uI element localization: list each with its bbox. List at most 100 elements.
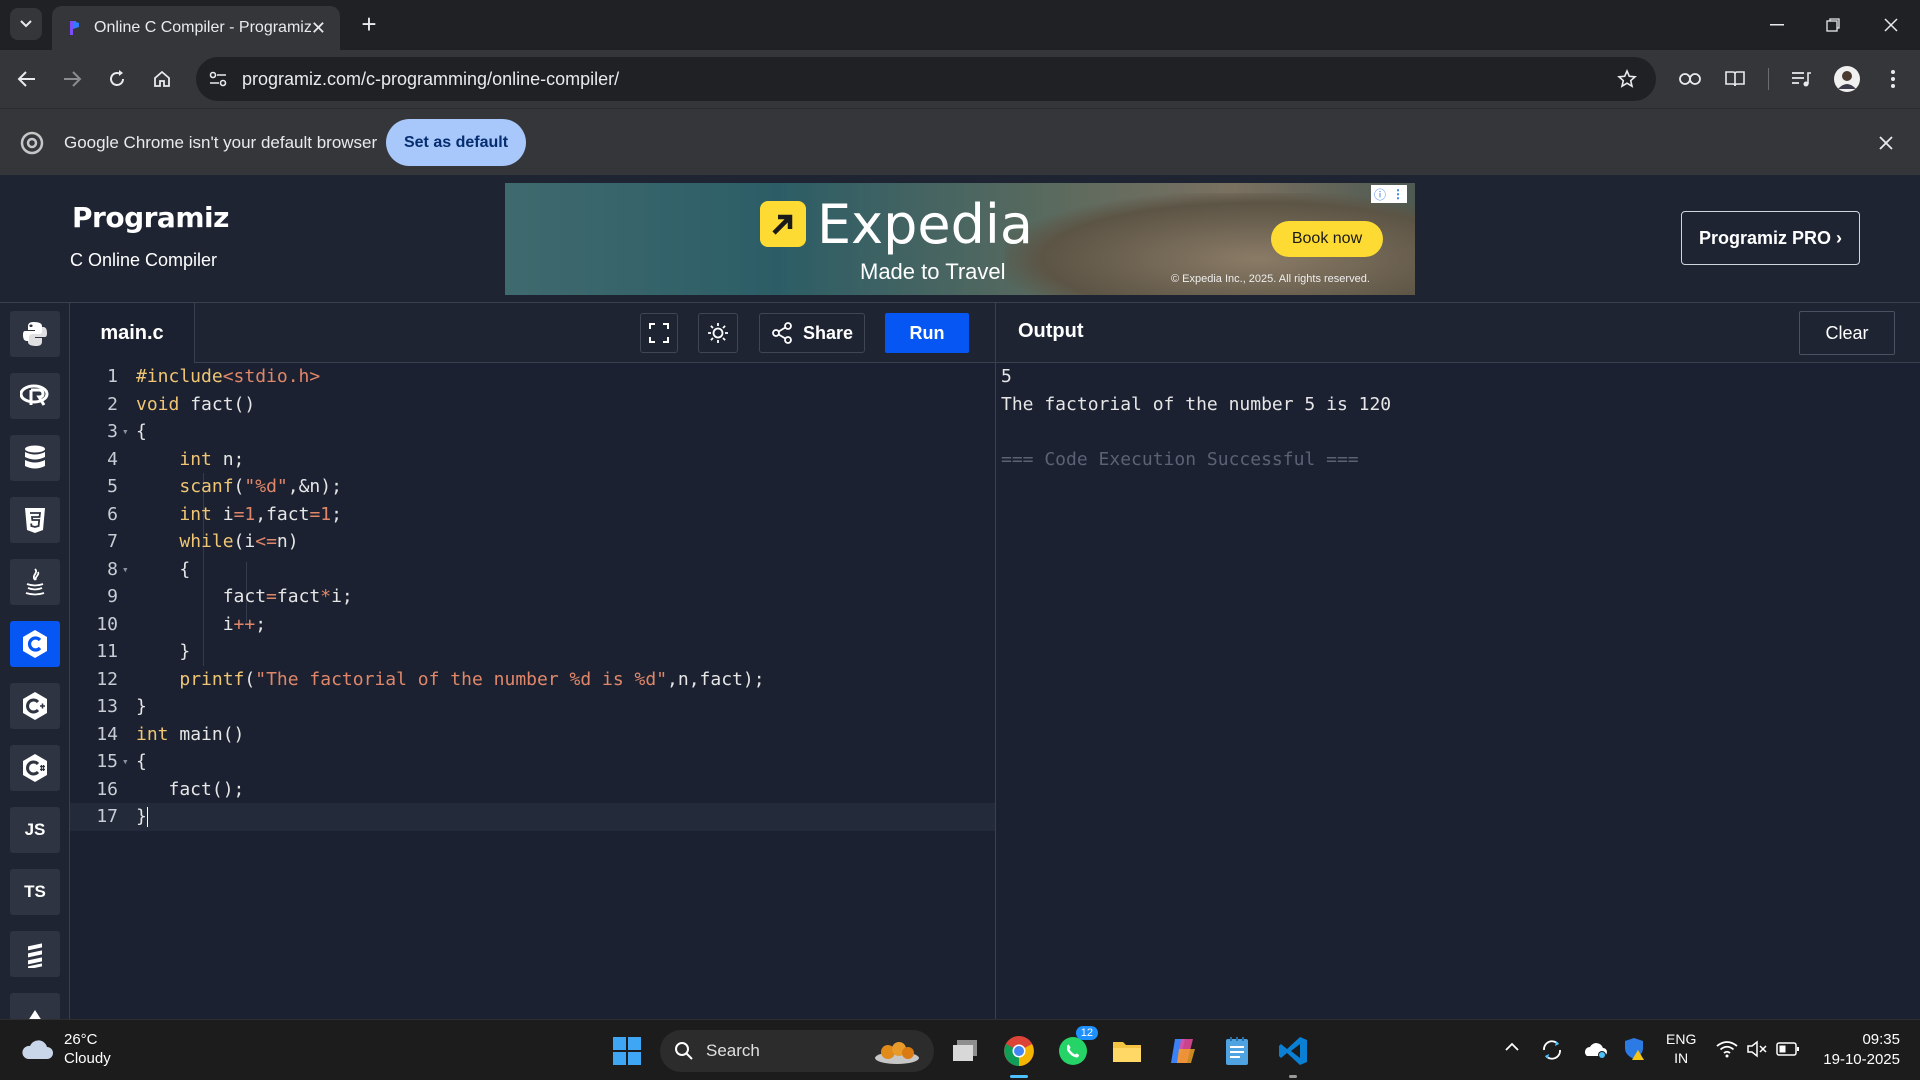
java-icon[interactable] (10, 559, 60, 605)
chrome-taskbar-icon[interactable] (998, 1030, 1040, 1078)
profile-avatar[interactable] (1832, 64, 1862, 94)
clock-time: 09:35 (1862, 1031, 1900, 1048)
code-editor[interactable]: 1 #include<stdio.h> 2 void fact() 3 ▾{ 4 in… (70, 363, 995, 1019)
weather-widget[interactable]: 26°C Cloudy (20, 1030, 111, 1068)
code-line: 10 i++; (96, 613, 267, 635)
windows-start-icon[interactable] (606, 1030, 648, 1072)
programiz-favicon-icon (70, 21, 79, 35)
clock-date: 19-10-2025 (1823, 1051, 1900, 1068)
restore-button[interactable] (1808, 10, 1858, 40)
html-icon[interactable] (10, 497, 60, 543)
whatsapp-badge: 12 (1075, 1026, 1098, 1040)
js-icon[interactable]: JS (10, 807, 60, 853)
security-icon[interactable] (1622, 1036, 1648, 1062)
expedia-ad-banner[interactable]: Expedia Made to Travel Book now © Expedi… (505, 183, 1415, 295)
sql-icon[interactable] (10, 435, 60, 481)
bookmark-star-icon[interactable] (1612, 64, 1642, 94)
run-button[interactable]: Run (885, 313, 969, 353)
code-line: 5 scanf("%d",&n); (107, 476, 342, 498)
ad-choices-icon[interactable]: ⓘ ⋮ (1371, 185, 1407, 203)
chevron-down-icon (20, 20, 32, 28)
onedrive-icon[interactable] (1582, 1038, 1608, 1060)
whatsapp-taskbar-icon[interactable]: 12 (1052, 1026, 1098, 1072)
tab-search-button[interactable] (10, 8, 42, 40)
copilot-icon[interactable] (1162, 1030, 1204, 1072)
theme-toggle-button[interactable] (698, 313, 738, 353)
wifi-icon[interactable] (1716, 1040, 1738, 1058)
input-language-indicator[interactable]: ENG IN (1666, 1030, 1696, 1068)
file-explorer-icon[interactable] (1106, 1030, 1148, 1072)
code-line: 11 } (96, 641, 191, 663)
fold-toggle-icon[interactable]: ▾ (118, 563, 134, 576)
fullscreen-button[interactable] (640, 313, 678, 353)
battery-icon[interactable] (1776, 1041, 1800, 1057)
python-icon[interactable] (10, 311, 60, 357)
book-now-button[interactable]: Book now (1271, 221, 1383, 257)
code-line: 7 while(i<=n) (107, 531, 299, 553)
system-clock[interactable]: 09:35 19-10-2025 (1810, 1030, 1900, 1070)
chevron-up-icon[interactable] (1504, 1042, 1520, 1052)
forward-button[interactable] (57, 64, 87, 94)
infobar-message: Google Chrome isn't your default browser (64, 133, 378, 152)
vscode-icon[interactable] (1272, 1030, 1314, 1078)
media-controls-icon[interactable] (1786, 64, 1816, 94)
reload-button[interactable] (102, 64, 132, 94)
volume-muted-icon[interactable] (1746, 1040, 1768, 1058)
lang-top: ENG (1666, 1031, 1697, 1047)
r-icon[interactable] (10, 373, 60, 419)
code-line-current: 17} (70, 803, 995, 831)
ts-icon[interactable]: TS (10, 869, 60, 915)
ad-tagline: Made to Travel (860, 259, 1006, 284)
code-line: 4 int n; (107, 448, 245, 470)
share-icon (772, 322, 792, 344)
swift-icon[interactable] (10, 931, 60, 977)
notepad-icon[interactable] (1216, 1030, 1258, 1072)
site-settings-icon[interactable] (208, 70, 228, 88)
ad-copyright: © Expedia Inc., 2025. All rights reserve… (1171, 273, 1370, 285)
code-line: 1 #include<stdio.h> (107, 366, 321, 388)
reading-mode-icon[interactable] (1720, 64, 1750, 94)
output-console[interactable]: 5 The factorial of the number 5 is 120 =… (995, 363, 1920, 1019)
cloud-icon (22, 1040, 53, 1059)
clear-button[interactable]: Clear (1799, 311, 1895, 355)
set-as-default-button[interactable]: Set as default (386, 119, 526, 166)
code-line: 13} (96, 696, 147, 718)
file-tab-main-c[interactable]: main.c (70, 303, 195, 363)
address-bar[interactable]: programiz.com/c-programming/online-compi… (196, 57, 1656, 101)
c-icon[interactable] (10, 621, 60, 667)
code-line: 3 ▾{ (107, 421, 147, 443)
search-label: Search (706, 1041, 760, 1060)
tab-programiz[interactable]: Online C Compiler - Programiz ✕ (52, 6, 340, 50)
browser-tabstrip: Online C Compiler - Programiz ✕ + (0, 0, 1920, 50)
chrome-logo-icon (20, 131, 44, 155)
fold-toggle-icon[interactable]: ▾ (118, 425, 134, 438)
default-browser-infobar: Google Chrome isn't your default browser… (0, 108, 1920, 175)
close-infobar-icon[interactable] (1878, 135, 1894, 151)
output-line: 5 (1001, 366, 1012, 388)
close-tab-icon[interactable]: ✕ (311, 18, 326, 39)
chrome-menu-icon[interactable] (1878, 64, 1908, 94)
task-view-icon[interactable] (944, 1030, 986, 1072)
share-button[interactable]: Share (759, 313, 865, 353)
lang-bottom: IN (1674, 1050, 1689, 1066)
programiz-pro-button[interactable]: Programiz PRO › (1681, 211, 1860, 265)
close-window-button[interactable] (1866, 10, 1916, 40)
output-title: Output (1018, 320, 1084, 342)
link-icon[interactable] (1675, 64, 1705, 94)
back-button[interactable] (12, 64, 42, 94)
new-tab-button[interactable]: + (354, 10, 384, 38)
csharp-icon[interactable] (10, 745, 60, 791)
go-icon[interactable] (10, 993, 60, 1019)
fold-toggle-icon[interactable]: ▾ (118, 755, 134, 768)
code-line: 14 int main() (96, 723, 245, 745)
minimize-button[interactable] (1752, 10, 1802, 40)
tab-title: Online C Compiler - Programiz (94, 19, 311, 36)
home-button[interactable] (147, 64, 177, 94)
cpp-icon[interactable] (10, 683, 60, 729)
code-line: 16 fact(); (96, 778, 245, 800)
programiz-logo[interactable]: Programiz (72, 201, 229, 234)
weather-condition: Cloudy (64, 1050, 111, 1067)
taskbar-search[interactable]: Search (660, 1030, 934, 1072)
sync-icon[interactable] (1540, 1038, 1564, 1062)
arrow-right-icon (64, 71, 82, 87)
